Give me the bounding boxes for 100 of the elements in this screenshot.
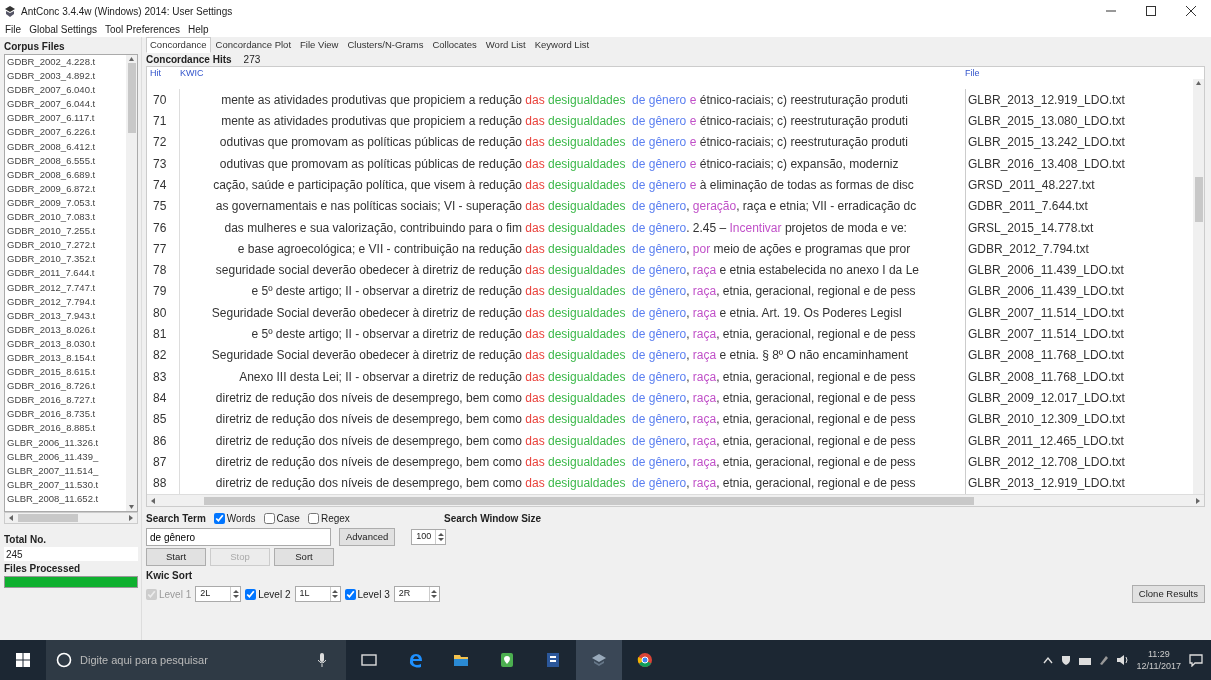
tab[interactable]: File View — [296, 37, 343, 53]
file-list-item[interactable]: GDBR_2002_4.228.t — [7, 55, 126, 70]
context-text: mente as atividades produtivas que propiciem a redução — [220, 91, 522, 109]
chrome-icon[interactable] — [637, 652, 653, 668]
notification-icon[interactable] — [1189, 653, 1203, 667]
context-text: e 5º deste artigo; II - observar a diretriz de redução — [250, 326, 522, 344]
close-icon[interactable] — [1186, 6, 1196, 16]
menu-item[interactable]: Help — [188, 22, 209, 37]
file-name: GLBR_2006_11.439_LDO.txt — [965, 280, 1168, 303]
action-button[interactable]: Sort — [274, 548, 334, 566]
file-list-item[interactable]: GLBR_2006_11.326.t — [7, 435, 126, 450]
checkbox-label[interactable]: Level 2 — [258, 586, 291, 602]
tab[interactable]: Word List — [481, 37, 530, 53]
chevron-up-icon[interactable] — [1042, 656, 1053, 664]
maximize-icon[interactable] — [1146, 6, 1156, 16]
checkbox[interactable] — [263, 513, 275, 524]
file-list-item[interactable]: GDBR_2012_7.747.t — [7, 280, 126, 295]
file-list-item[interactable]: GDBR_2013_8.026.t — [7, 322, 126, 337]
file-list-item[interactable]: GLBR_2006_11.439_ — [7, 449, 126, 464]
checkbox-label[interactable]: Words — [226, 511, 256, 526]
tab[interactable]: Collocates — [428, 37, 481, 53]
file-list-item[interactable]: GDBR_2016_8.885.t — [7, 421, 126, 436]
context-text: odutivas que promovam as políticas públicas de redução — [218, 155, 522, 173]
menu-item[interactable]: Tool Preferences — [104, 22, 180, 37]
context-text: , — [686, 475, 691, 493]
map-icon[interactable] — [499, 652, 515, 668]
file-list-item[interactable]: GDBR_2010_7.255.t — [7, 224, 126, 239]
scrollbar[interactable] — [147, 494, 1204, 506]
file-list-item[interactable]: GDBR_2010_7.352.t — [7, 252, 126, 267]
file-list-item[interactable]: GDBR_2007_6.226.t — [7, 125, 126, 140]
file-list-item[interactable]: GDBR_2008_6.689.t — [7, 167, 126, 182]
browser-icon[interactable] — [407, 652, 423, 668]
file-list-item[interactable]: GDBR_2009_6.872.t — [7, 181, 126, 196]
file-list-item[interactable]: GDBR_2013_8.030.t — [7, 336, 126, 351]
checkbox[interactable] — [213, 513, 225, 524]
file-list-item[interactable]: GDBR_2003_4.892.t — [7, 69, 126, 84]
shield-icon[interactable] — [1060, 655, 1071, 665]
file-list-item[interactable]: GDBR_2010_7.083.t — [7, 210, 126, 225]
clone-results-button[interactable]: Clone Results — [1131, 585, 1205, 603]
checkbox[interactable] — [307, 513, 319, 524]
scrollbar[interactable] — [126, 55, 137, 511]
file-list-item[interactable]: GDBR_2008_6.412.t — [7, 139, 126, 154]
scroll-thumb[interactable] — [127, 63, 136, 133]
checkbox-label[interactable]: Regex — [320, 511, 350, 526]
taskbar-search-field[interactable]: Digite aqui para pesquisar — [46, 640, 346, 680]
scroll-thumb[interactable] — [204, 496, 974, 505]
checkbox-label[interactable]: Level 3 — [357, 586, 390, 602]
menu-item[interactable]: Global Settings — [29, 22, 97, 37]
file-list-item[interactable]: GDBR_2016_8.727.t — [7, 393, 126, 408]
tab[interactable]: Clusters/N-Grams — [343, 37, 428, 53]
speaker-icon[interactable] — [1116, 655, 1129, 665]
network-icon[interactable] — [1078, 655, 1091, 665]
file-list-item[interactable]: GDBR_2012_7.794.t — [7, 294, 126, 309]
action-button[interactable]: Start — [146, 548, 206, 566]
document-icon[interactable] — [545, 652, 561, 668]
file-list-item[interactable]: GLBR_2007_11.530.t — [7, 477, 126, 492]
column-header[interactable]: File — [965, 67, 980, 79]
scroll-thumb[interactable] — [18, 514, 78, 522]
context-text: e etnia. § 8º O não encaminhament — [718, 347, 908, 365]
file-list-item[interactable]: GDBR_2008_6.555.t — [7, 153, 126, 168]
placeholder-text: Digite aqui para pesquisar — [80, 652, 208, 668]
menu-item[interactable]: File — [5, 22, 22, 37]
scrollbar[interactable] — [1193, 79, 1204, 494]
file-list-item[interactable]: GDBR_2013_7.943.t — [7, 308, 126, 323]
task-view-icon[interactable] — [361, 652, 377, 668]
checkbox[interactable] — [344, 588, 356, 600]
file-name: GLBR_2010_12.309_LDO.txt — [965, 408, 1168, 430]
tab[interactable]: Concordance Plot — [211, 37, 296, 53]
folder-icon[interactable] — [453, 652, 469, 668]
clock[interactable]: 11:29 12/11/2017 — [1136, 648, 1181, 672]
file-list-item[interactable]: GDBR_2016_8.726.t — [7, 379, 126, 394]
app-icon[interactable] — [591, 652, 607, 668]
file-list-item[interactable]: GLBR_2008_11.652.t — [7, 491, 126, 506]
search-field[interactable]: de gênero — [146, 528, 331, 546]
file-list-item[interactable]: GDBR_2013_8.154.t — [7, 350, 126, 366]
tab[interactable]: Concordance — [146, 37, 211, 53]
file-list-item[interactable]: GDBR_2007_6.117.t — [7, 111, 126, 126]
column-header[interactable]: KWIC — [180, 67, 965, 79]
file-list-item[interactable]: GDBR_2016_8.735.t — [7, 407, 126, 422]
keyword: e — [689, 91, 697, 109]
spin-arrows-icon — [232, 589, 239, 599]
checkbox[interactable] — [245, 588, 257, 600]
spinner-field[interactable]: 100 — [411, 529, 447, 545]
checkbox-label[interactable]: Case — [276, 511, 300, 526]
file-list-item[interactable]: GDBR_2009_7.053.t — [7, 195, 126, 211]
scroll-thumb[interactable] — [1194, 177, 1203, 222]
file-list-item[interactable]: GDBR_2010_7.272.t — [7, 238, 126, 253]
file-list-item[interactable]: GDBR_2007_6.040.t — [7, 83, 126, 98]
file-list-item[interactable]: GDBR_2007_6.044.t — [7, 97, 126, 112]
pen-icon[interactable] — [1098, 655, 1109, 665]
scrollbar[interactable] — [4, 512, 138, 524]
file-list-item[interactable]: GDBR_2011_7.644.t — [7, 266, 126, 281]
advanced-button[interactable]: Advanced — [339, 528, 396, 546]
file-list-item[interactable]: GDBR_2015_8.615.t — [7, 365, 126, 380]
file-list-item[interactable]: GLBR_2007_11.514_ — [7, 463, 126, 478]
keyword: e — [689, 112, 697, 130]
tab[interactable]: Keyword List — [530, 37, 594, 53]
spinner-field[interactable]: 1L — [294, 586, 341, 602]
column-header[interactable]: Hit — [147, 67, 180, 79]
spinner-field[interactable]: 2R — [393, 586, 440, 602]
